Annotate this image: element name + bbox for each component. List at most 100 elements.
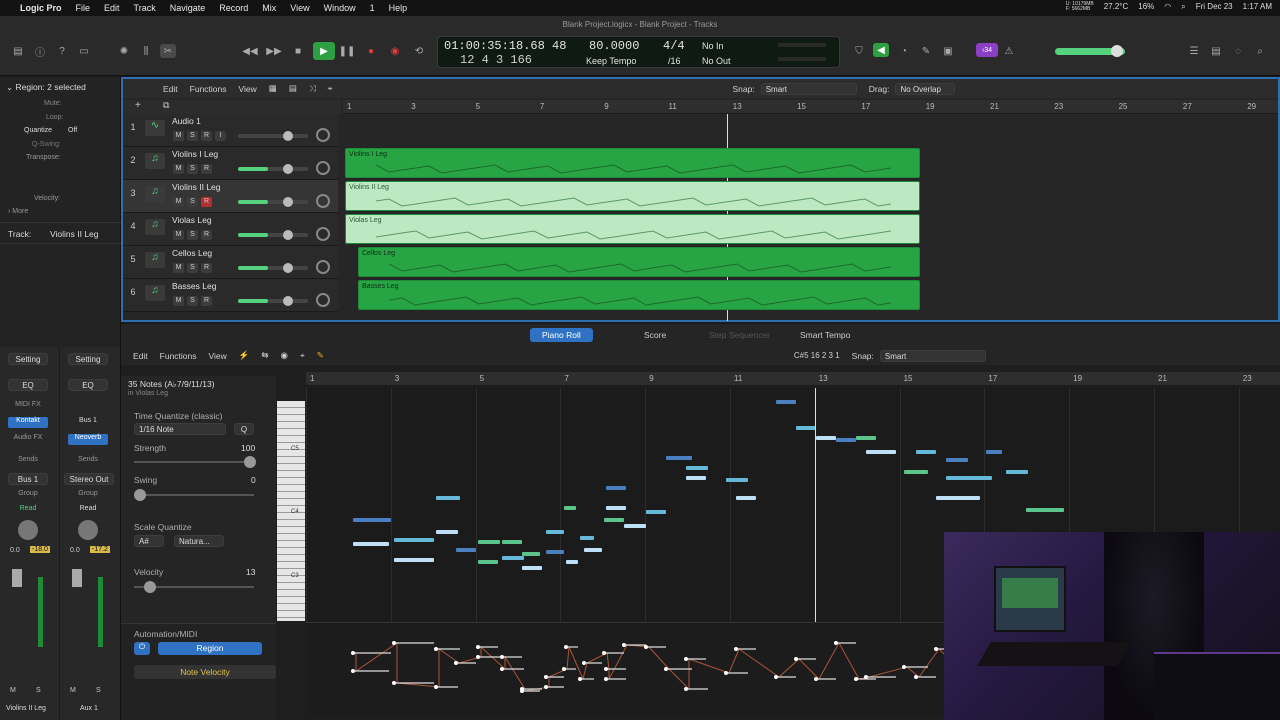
lcd-signature[interactable]: 4/4 <box>663 39 685 53</box>
waveform-icon[interactable]: ∿ <box>145 120 165 136</box>
strip2-automation[interactable]: Read <box>68 505 108 512</box>
search-icon[interactable]: ⌕ <box>1181 2 1185 12</box>
time-quantize-select[interactable]: 1/16 Note <box>134 423 226 435</box>
strip1-io[interactable]: Bus 1 <box>8 473 48 485</box>
strip2-audiofx[interactable]: Neoverb <box>68 434 108 445</box>
scale-type-select[interactable]: Natura... <box>174 535 224 547</box>
midi-note[interactable] <box>936 496 980 500</box>
cycle-icon[interactable]: ⟲ <box>411 44 427 58</box>
quantize-button[interactable]: Q <box>234 423 254 435</box>
track-volume-slider[interactable] <box>238 230 308 240</box>
midi-note[interactable] <box>546 530 564 534</box>
menu-1[interactable]: 1 <box>370 3 375 13</box>
mixer-icon[interactable]: ⫼ <box>138 44 154 58</box>
midi-note[interactable] <box>866 450 896 454</box>
rewind-icon[interactable]: ◀◀ <box>242 44 258 58</box>
editors-icon[interactable]: ✂ <box>160 44 176 58</box>
tab-smart-tempo[interactable]: Smart Tempo <box>788 328 862 342</box>
master-volume-knob[interactable] <box>1111 45 1123 57</box>
flex-icon[interactable]: ⤨ <box>309 83 316 94</box>
velocity-slider[interactable] <box>134 581 254 593</box>
strip1-pan-knob[interactable] <box>18 520 38 540</box>
region-2[interactable]: Violins II Leg <box>345 181 920 211</box>
track-name[interactable]: Violas Leg <box>172 215 212 225</box>
volume-knob[interactable] <box>283 131 293 141</box>
midi-note[interactable] <box>646 510 666 514</box>
catch-icon[interactable]: ⌖ <box>328 83 333 94</box>
midi-note[interactable] <box>624 524 646 528</box>
midi-note[interactable] <box>604 518 624 522</box>
tracks-ruler[interactable]: 1 3 5 7 9 11 13 15 17 19 21 23 25 27 29 <box>343 100 1278 114</box>
menu-window[interactable]: Window <box>324 3 356 13</box>
replace-icon[interactable]: ◉ <box>387 44 403 58</box>
inspector-icon[interactable]: ⓘ <box>32 44 48 59</box>
midi-note[interactable] <box>836 438 856 442</box>
midi-note[interactable] <box>522 552 540 556</box>
strip2-mute[interactable]: M <box>70 687 76 694</box>
record-enable-button[interactable]: R <box>201 164 212 174</box>
menu-edit[interactable]: Edit <box>104 3 120 13</box>
warning-icon[interactable]: ⚠ <box>1001 44 1017 58</box>
record-enable-button[interactable]: R <box>201 263 212 273</box>
midi-note[interactable] <box>686 466 708 470</box>
input-monitor-button[interactable]: I <box>215 131 226 141</box>
solo-button[interactable]: S <box>187 197 198 207</box>
tab-step-sequencer[interactable]: Step Sequencer <box>697 328 782 342</box>
swing-slider[interactable] <box>134 489 254 501</box>
piano-edit-menu[interactable]: Edit <box>133 351 148 361</box>
mute-button[interactable]: M <box>173 197 184 207</box>
menu-navigate[interactable]: Navigate <box>170 3 206 13</box>
view-options-icon[interactable]: ◉ <box>281 350 288 361</box>
track-header-2[interactable]: 2 ♫ Violins I Leg MSR <box>123 147 338 180</box>
lcd-tempo-mode[interactable]: Keep Tempo <box>586 56 636 66</box>
strip1-midifx[interactable]: MIDI FX <box>8 401 48 408</box>
midi-note[interactable] <box>436 530 458 534</box>
region-button[interactable]: Region <box>158 642 262 655</box>
midi-note[interactable] <box>946 458 968 462</box>
midi-note[interactable] <box>546 550 564 554</box>
strip1-mute[interactable]: M <box>10 687 16 694</box>
midi-note[interactable] <box>916 450 936 454</box>
strength-slider[interactable] <box>134 456 256 468</box>
list-view-icon[interactable]: ▤ <box>289 83 297 94</box>
strip1-instrument[interactable]: Kontakt <box>8 417 48 428</box>
pan-knob[interactable] <box>316 227 330 241</box>
volume-knob[interactable] <box>283 164 293 174</box>
midi-note[interactable] <box>736 496 756 500</box>
add-track-icon[interactable]: + <box>135 100 141 111</box>
region-1[interactable]: Violins I Leg <box>345 148 920 178</box>
midi-note[interactable] <box>436 496 460 500</box>
track-header-6[interactable]: 6 ♫ Basses Leg MSR <box>123 279 338 312</box>
piano-catch-icon[interactable]: ⌖ <box>300 350 305 361</box>
pan-knob[interactable] <box>316 260 330 274</box>
quantize-select[interactable]: Off <box>68 127 77 134</box>
strip2-eq[interactable]: EQ <box>68 379 108 391</box>
midi-note[interactable] <box>502 540 522 544</box>
region-header[interactable]: ⌄ Region: 2 selected <box>6 82 86 93</box>
track-volume-slider[interactable] <box>238 263 308 273</box>
piano-snap-select[interactable]: Smart <box>879 349 986 362</box>
piano-view-menu[interactable]: View <box>209 351 227 361</box>
midi-note[interactable] <box>580 536 594 540</box>
tracks-snap-select[interactable]: Smart <box>760 82 857 95</box>
menu-view[interactable]: View <box>290 3 309 13</box>
tab-score[interactable]: Score <box>632 328 678 342</box>
midi-note[interactable] <box>353 542 389 546</box>
strip1-setting[interactable]: Setting <box>8 353 48 365</box>
midi-note[interactable] <box>1006 470 1028 474</box>
midi-note[interactable] <box>796 426 816 430</box>
strip2-sends[interactable]: Sends <box>68 456 108 463</box>
mute-button[interactable]: M <box>173 230 184 240</box>
volume-knob[interactable] <box>283 230 293 240</box>
smart-controls-icon[interactable]: ✺ <box>116 44 132 58</box>
help-icon[interactable]: ? <box>54 44 70 58</box>
midi-note[interactable] <box>394 558 434 562</box>
strip2-io[interactable]: Stereo Out <box>64 473 114 485</box>
midi-note[interactable] <box>776 400 796 404</box>
menu-track[interactable]: Track <box>134 3 156 13</box>
music-note-icon[interactable]: ♫ <box>145 153 165 169</box>
track-header-1[interactable]: 1 ∿ Audio 1 MSRI <box>123 114 338 147</box>
solo-button[interactable]: S <box>187 296 198 306</box>
metronome-icon[interactable]: ◔ <box>896 44 912 58</box>
piano-ruler[interactable]: 1 3 5 7 9 11 13 15 17 19 21 23 <box>306 372 1280 386</box>
